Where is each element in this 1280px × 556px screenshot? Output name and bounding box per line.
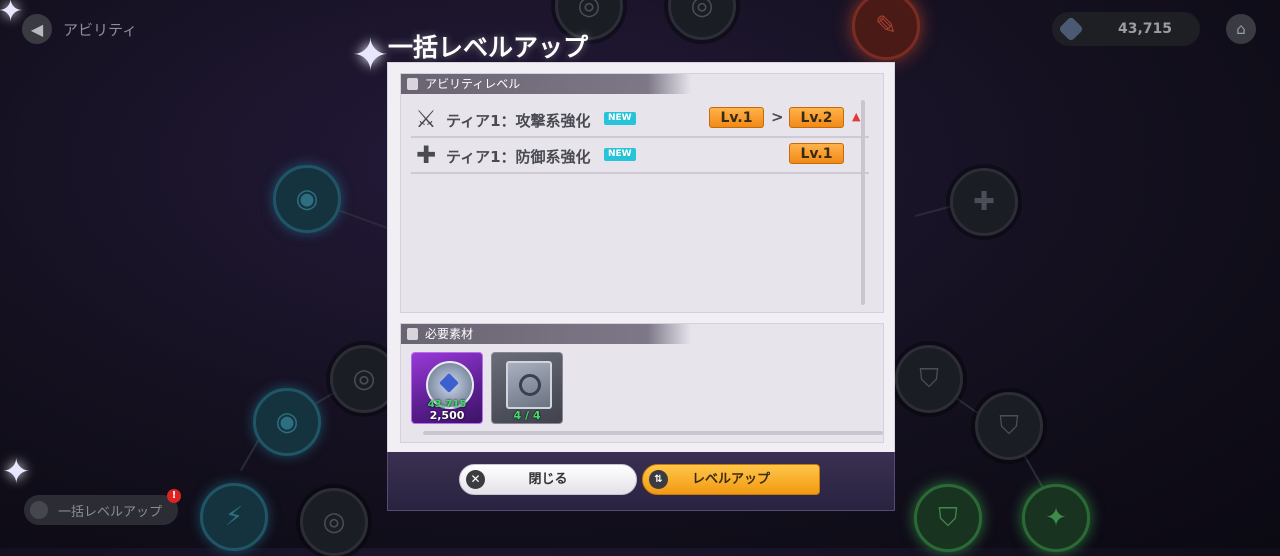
home-button[interactable]: ⌂ xyxy=(1226,14,1256,44)
tree-node-green: ✦ xyxy=(1022,484,1090,552)
required-materials-section: 必要素材 43,715 2,500 4 / 4 xyxy=(400,323,884,443)
tree-node-locked: ◎ xyxy=(300,488,368,556)
section-title: アビリティレベル xyxy=(425,77,521,91)
list-icon xyxy=(407,78,418,90)
sword-wings-icon: ⚔ xyxy=(415,105,437,133)
vertical-scrollbar[interactable] xyxy=(861,100,865,305)
section-header: アビリティレベル xyxy=(401,74,691,94)
level-arrow: > xyxy=(771,108,784,126)
bulk-levelup-button[interactable]: 一括レベルアップ xyxy=(24,495,178,525)
book-icon xyxy=(506,361,552,409)
levelup-icon xyxy=(30,501,48,519)
close-icon: ✕ xyxy=(466,470,485,489)
plus-icon: ✚ xyxy=(415,141,437,169)
section-header: 必要素材 xyxy=(401,324,691,344)
tree-node-locked: ⛉ xyxy=(975,392,1043,460)
tree-node-locked: ◎ xyxy=(668,0,736,40)
current-level: Lv.1 xyxy=(789,143,844,164)
material-count: 4 / 4 xyxy=(513,409,541,422)
horizontal-scrollbar[interactable] xyxy=(423,431,883,435)
tree-node-green: ⛉ xyxy=(914,484,982,552)
required-amount: 2,500 xyxy=(429,409,465,422)
tree-node-teal: ◉ xyxy=(253,388,321,456)
ability-row: ✚ ティア1：防御系強化 NEW Lv.1 xyxy=(411,138,869,174)
currency-amount: 43,715 xyxy=(1118,21,1173,37)
gem-icon xyxy=(1058,16,1084,42)
screen-title: アビリティ xyxy=(63,21,138,39)
tree-node-red: ✎ xyxy=(852,0,920,60)
modal-title: 一括レベルアップ xyxy=(388,33,589,62)
tree-node-teal: ⚡ xyxy=(200,483,268,551)
sparkle-icon: ✦ xyxy=(2,452,31,492)
ability-name: ティア1：攻撃系強化 xyxy=(446,112,591,130)
modal-panel: アビリティレベル ⚔ ティア1：攻撃系強化 NEW Lv.1 > Lv.2 ▲ … xyxy=(387,62,895,454)
tree-node-locked: ⛉ xyxy=(895,345,963,413)
levelup-button[interactable]: ⇅ レベルアップ xyxy=(642,464,820,495)
back-button[interactable]: ◀ xyxy=(22,14,52,44)
sparkle-icon: ✦ xyxy=(0,0,24,29)
current-level: Lv.1 xyxy=(709,107,764,128)
new-badge: NEW xyxy=(604,148,636,161)
box-icon xyxy=(407,328,418,340)
new-badge: NEW xyxy=(604,112,636,125)
level-up-indicator: ▲ xyxy=(852,110,861,123)
material-item[interactable]: 4 / 4 xyxy=(491,352,563,424)
ability-level-section: アビリティレベル ⚔ ティア1：攻撃系強化 NEW Lv.1 > Lv.2 ▲ … xyxy=(400,73,884,313)
ability-row: ⚔ ティア1：攻撃系強化 NEW Lv.1 > Lv.2 ▲ xyxy=(411,102,869,138)
bulk-levelup-label: 一括レベルアップ xyxy=(58,504,163,520)
next-level: Lv.2 xyxy=(789,107,844,128)
tree-node-teal: ◉ xyxy=(273,165,341,233)
currency-display: 43,715 xyxy=(1052,12,1200,46)
section-title: 必要素材 xyxy=(425,327,474,341)
levelup-label: レベルアップ xyxy=(691,472,770,487)
notification-badge: ! xyxy=(167,489,181,503)
ability-name: ティア1：防御系強化 xyxy=(446,148,591,166)
levelup-icon: ⇅ xyxy=(649,470,668,489)
close-button[interactable]: ✕ 閉じる xyxy=(459,464,637,495)
sparkle-icon: ✦ xyxy=(352,30,389,81)
chevron-left-icon: ◀ xyxy=(30,19,44,39)
material-item[interactable]: 43,715 2,500 xyxy=(411,352,483,424)
home-icon: ⌂ xyxy=(1236,20,1246,38)
tree-node-locked: ✚ xyxy=(950,168,1018,236)
close-label: 閉じる xyxy=(528,472,568,487)
